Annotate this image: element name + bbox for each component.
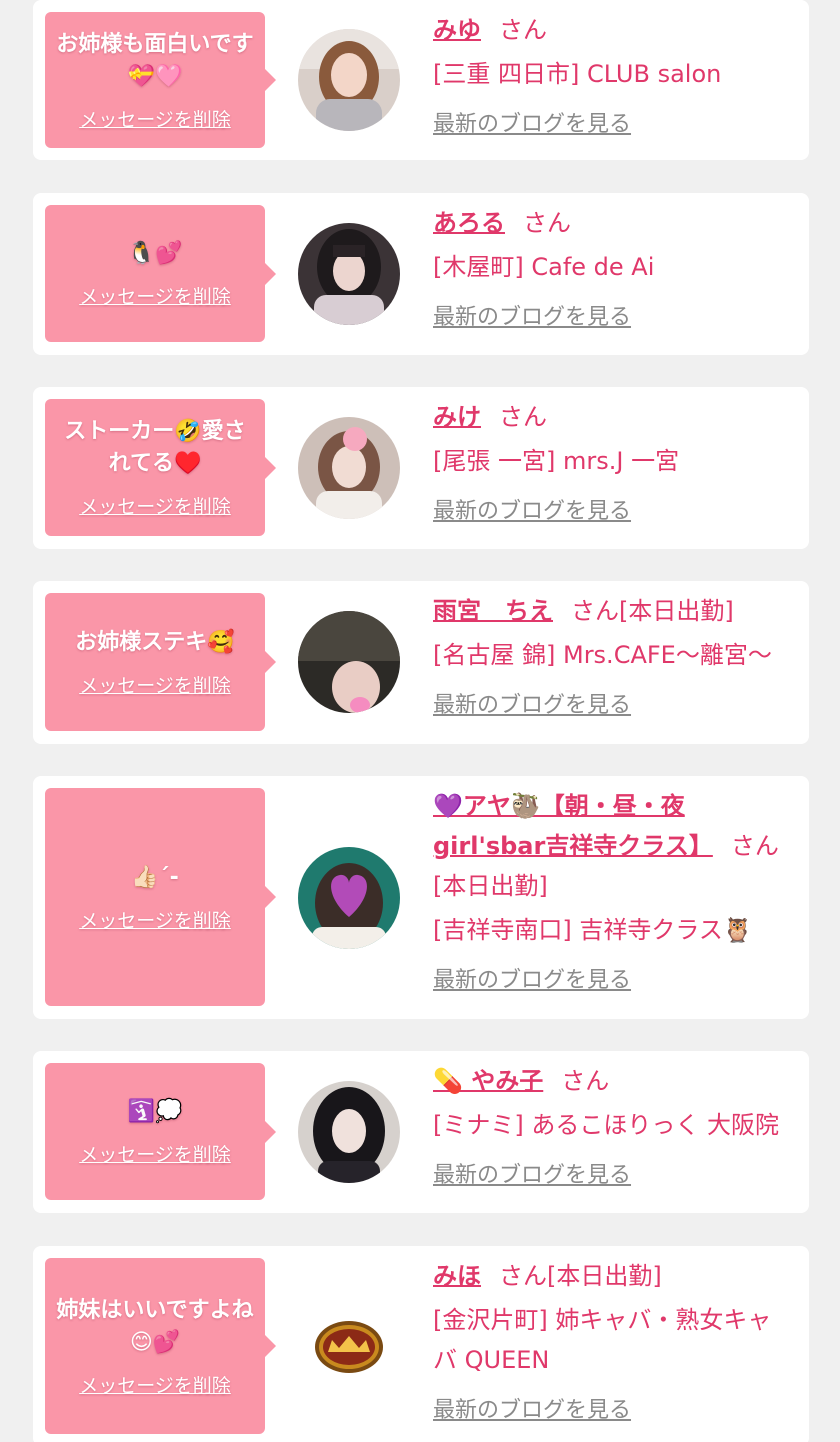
message-text: ストーカー🤣愛されてる♥️ (64, 419, 246, 476)
girl-info: みけ さん [尾張 一宮] mrs.J 一宮 最新のブログを見る (433, 397, 793, 527)
message-text: 🐧💕 (127, 241, 183, 266)
honorific: さん (499, 403, 547, 431)
status-badge: [本日出勤] (547, 1262, 662, 1290)
latest-blog-link[interactable]: 最新のブログを見る (433, 303, 631, 333)
shop-info: [金沢片町] 姉キャバ・熟女キャバ QUEEN (433, 1306, 772, 1374)
avatar[interactable] (298, 29, 400, 131)
name-line: 💊 やみ子 さん (433, 1061, 793, 1101)
message-bubble: 👍🏻´- メッセージを削除 (45, 788, 276, 1006)
shop-info: [名古屋 錦] Mrs.CAFE〜離宮〜 (433, 641, 772, 669)
latest-blog-link[interactable]: 最新のブログを見る (433, 497, 631, 527)
girl-info: みほ さん[本日出勤] [金沢片町] 姉キャバ・熟女キャバ QUEEN 最新のブロ… (433, 1256, 793, 1426)
name-line: みほ さん[本日出勤] (433, 1256, 793, 1296)
message-card: ストーカー🤣愛されてる♥️ メッセージを削除 みけ さん [尾張 一宮] mrs.… (33, 387, 809, 549)
delete-message-link[interactable]: メッセージを削除 (79, 906, 231, 933)
girl-name-link[interactable]: みほ (433, 1262, 481, 1290)
portrait-photo-icon (298, 847, 400, 949)
latest-blog-link[interactable]: 最新のブログを見る (433, 110, 631, 140)
latest-blog-link[interactable]: 最新のブログを見る (433, 1396, 631, 1426)
delete-message-link[interactable]: メッセージを削除 (79, 105, 231, 132)
message-text: お姉様ステキ🥰 (75, 629, 235, 655)
shop-info: [ミナミ] あるこほりっく 大阪院 (433, 1111, 779, 1139)
latest-blog-link[interactable]: 最新のブログを見る (433, 691, 631, 721)
name-line: 💜アヤ🦥【朝・昼・夜girl'sbar吉祥寺クラス】 さん [本日出勤] (433, 786, 793, 906)
avatar[interactable] (298, 1081, 400, 1183)
avatar[interactable] (298, 611, 400, 713)
shop-info: [三重 四日市] CLUB salon (433, 60, 722, 88)
message-text: 🛐💭 (127, 1099, 183, 1124)
message-bubble: ストーカー🤣愛されてる♥️ メッセージを削除 (45, 399, 276, 536)
message-bubble: お姉様ステキ🥰 メッセージを削除 (45, 593, 276, 731)
message-card: お姉様も面白いです💝🩷 メッセージを削除 みゆ さん [三重 四日市] CLUB … (33, 0, 809, 160)
honorific: さん (730, 832, 779, 860)
latest-blog-link[interactable]: 最新のブログを見る (433, 1161, 631, 1191)
message-text: 姉妹はいいですよね😊💕 (56, 1297, 254, 1355)
shop-info: [木屋町] Cafe de Ai (433, 253, 655, 281)
portrait-photo-icon (298, 223, 400, 325)
girl-info: みゆ さん [三重 四日市] CLUB salon 最新のブログを見る (433, 10, 793, 140)
message-bubble: 🛐💭 メッセージを削除 (45, 1063, 276, 1200)
portrait-photo-icon (298, 1081, 400, 1183)
honorific: さん (499, 16, 547, 44)
honorific: さん (523, 209, 571, 237)
status-badge: [本日出勤] (433, 872, 548, 900)
avatar[interactable] (298, 417, 400, 519)
name-line: 雨宮 ちえ さん[本日出勤] (433, 591, 793, 631)
girl-info: 雨宮 ちえ さん[本日出勤] [名古屋 錦] Mrs.CAFE〜離宮〜 最新のブロ… (433, 591, 793, 721)
status-badge: [本日出勤] (619, 597, 734, 625)
girl-name-link[interactable]: 💜アヤ🦥【朝・昼・夜girl'sbar吉祥寺クラス】 (433, 792, 713, 860)
portrait-photo-icon (298, 29, 400, 131)
girl-name-link[interactable]: みゆ (433, 16, 481, 44)
avatar[interactable] (298, 1296, 400, 1398)
name-line: あろる さん (433, 203, 793, 243)
delete-message-link[interactable]: メッセージを削除 (79, 1140, 231, 1167)
message-bubble: お姉様も面白いです💝🩷 メッセージを削除 (45, 12, 276, 148)
honorific: さん (571, 597, 619, 625)
girl-info: 💜アヤ🦥【朝・昼・夜girl'sbar吉祥寺クラス】 さん [本日出勤] [吉祥寺南… (433, 786, 793, 996)
honorific: さん (499, 1262, 547, 1290)
portrait-photo-icon (298, 611, 400, 713)
name-line: みけ さん (433, 397, 793, 437)
message-bubble: 🐧💕 メッセージを削除 (45, 205, 276, 342)
girl-info: あろる さん [木屋町] Cafe de Ai 最新のブログを見る (433, 203, 793, 333)
latest-blog-link[interactable]: 最新のブログを見る (433, 966, 631, 996)
message-card: 姉妹はいいですよね😊💕 メッセージを削除 みほ さん[本日出勤] [金沢片町] 姉… (33, 1246, 809, 1442)
message-card: 🐧💕 メッセージを削除 あろる さん [木屋町] Cafe de Ai 最新のブロ… (33, 193, 809, 355)
girl-name-link[interactable]: 雨宮 ちえ (433, 597, 553, 625)
message-card: お姉様ステキ🥰 メッセージを削除 雨宮 ちえ さん[本日出勤] [名古屋 錦] M… (33, 581, 809, 744)
message-text: 👍🏻´- (131, 864, 179, 890)
delete-message-link[interactable]: メッセージを削除 (79, 492, 231, 519)
delete-message-link[interactable]: メッセージを削除 (79, 671, 231, 698)
name-line: みゆ さん (433, 10, 793, 50)
portrait-photo-icon (298, 417, 400, 519)
message-card: 🛐💭 メッセージを削除 💊 やみ子 さん [ミナミ] あるこほりっく 大阪院 最新… (33, 1051, 809, 1213)
girl-info: 💊 やみ子 さん [ミナミ] あるこほりっく 大阪院 最新のブログを見る (433, 1061, 793, 1191)
queen-logo-icon (298, 1296, 400, 1398)
girl-name-link[interactable]: みけ (433, 403, 481, 431)
delete-message-link[interactable]: メッセージを削除 (79, 282, 231, 309)
shop-info: [吉祥寺南口] 吉祥寺クラス🦉 (433, 916, 753, 944)
honorific: さん (561, 1067, 610, 1095)
girl-name-link[interactable]: 💊 やみ子 (433, 1067, 543, 1095)
shop-info: [尾張 一宮] mrs.J 一宮 (433, 447, 680, 475)
delete-message-link[interactable]: メッセージを削除 (79, 1371, 231, 1398)
message-card: 👍🏻´- メッセージを削除 💜アヤ🦥【朝・昼・夜girl'sbar吉祥寺クラス】… (33, 776, 809, 1019)
message-bubble: 姉妹はいいですよね😊💕 メッセージを削除 (45, 1258, 276, 1434)
avatar[interactable] (298, 847, 400, 949)
girl-name-link[interactable]: あろる (433, 209, 505, 237)
avatar[interactable] (298, 223, 400, 325)
message-text: お姉様も面白いです💝🩷 (56, 31, 254, 89)
